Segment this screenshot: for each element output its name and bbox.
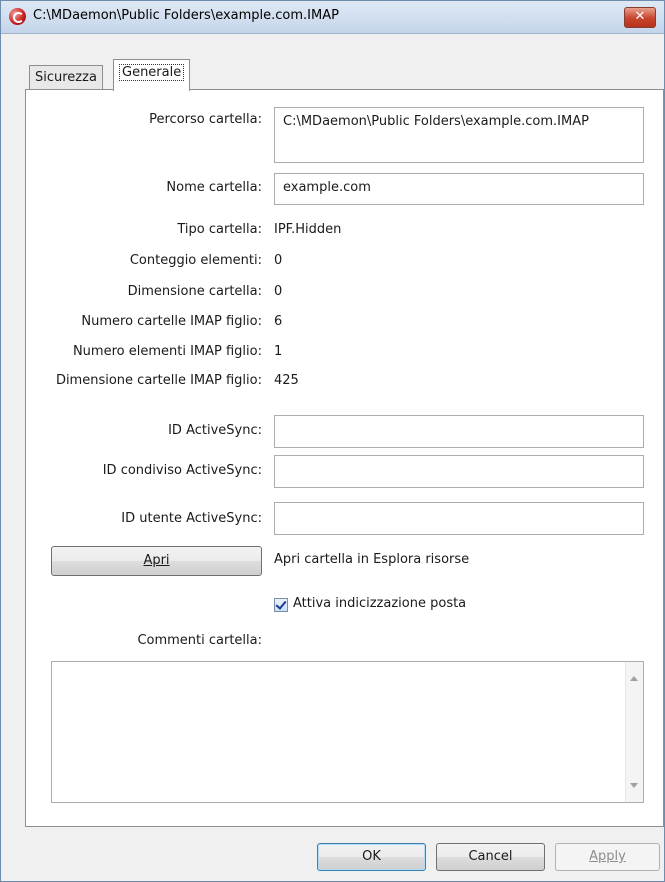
properties-dialog: C:\MDaemon\Public Folders\example.com.IM… [0,0,665,882]
mdaemon-app-icon [9,8,26,25]
folder-comments-label: Commenti cartella: [137,633,262,648]
ok-button[interactable]: OK [317,843,426,871]
tab-generale[interactable]: Generale [113,59,191,91]
comments-scrollbar[interactable] [625,662,643,802]
child-folders-value: 6 [274,314,283,329]
activesync-id-input[interactable] [274,415,644,448]
scroll-down-arrow-icon[interactable] [630,783,638,788]
activesync-shared-id-input[interactable] [274,455,644,488]
folder-type-value: IPF.Hidden [274,222,342,237]
mail-indexing-label[interactable]: Attiva indicizzazione posta [293,596,466,611]
item-count-label: Conteggio elementi: [129,253,262,268]
open-folder-button[interactable]: Apri [51,546,262,576]
folder-path-field[interactable]: C:\MDaemon\Public Folders\example.com.IM… [274,107,644,163]
activesync-id-label: ID ActiveSync: [168,423,262,438]
mail-indexing-checkbox[interactable] [274,598,288,612]
close-button[interactable]: ✕ [624,7,656,28]
folder-path-label: Percorso cartella: [149,112,262,127]
title-bar: C:\MDaemon\Public Folders\example.com.IM… [1,1,664,34]
child-items-value: 1 [274,344,283,359]
activesync-shared-id-label: ID condiviso ActiveSync: [102,463,262,478]
folder-size-label: Dimensione cartella: [127,284,262,299]
apply-button[interactable]: Apply [555,843,660,871]
window-title: C:\MDaemon\Public Folders\example.com.IM… [33,8,339,23]
scroll-up-arrow-icon[interactable] [630,676,638,681]
folder-name-input[interactable]: example.com [274,173,644,205]
child-items-label: Numero elementi IMAP figlio: [72,344,262,359]
open-folder-description: Apri cartella in Esplora risorse [274,552,470,567]
folder-name-label: Nome cartella: [166,180,262,195]
child-size-label: Dimensione cartelle IMAP figlio: [55,373,262,388]
folder-type-label: Tipo cartella: [177,222,262,237]
cancel-button[interactable]: Cancel [436,843,545,871]
activesync-user-id-input[interactable] [274,502,644,535]
child-size-value: 425 [274,373,299,388]
activesync-user-id-label: ID utente ActiveSync: [121,511,262,526]
tab-sicurezza[interactable]: Sicurezza [29,65,103,90]
folder-comments-text [52,662,643,674]
apply-button-label: Apply [589,849,626,864]
folder-size-value: 0 [274,284,283,299]
tab-generale-label: Generale [119,64,185,81]
item-count-value: 0 [274,253,283,268]
open-folder-button-label: Apri [143,553,170,568]
folder-comments-textarea[interactable] [51,661,644,803]
child-folders-label: Numero cartelle IMAP figlio: [81,314,262,329]
